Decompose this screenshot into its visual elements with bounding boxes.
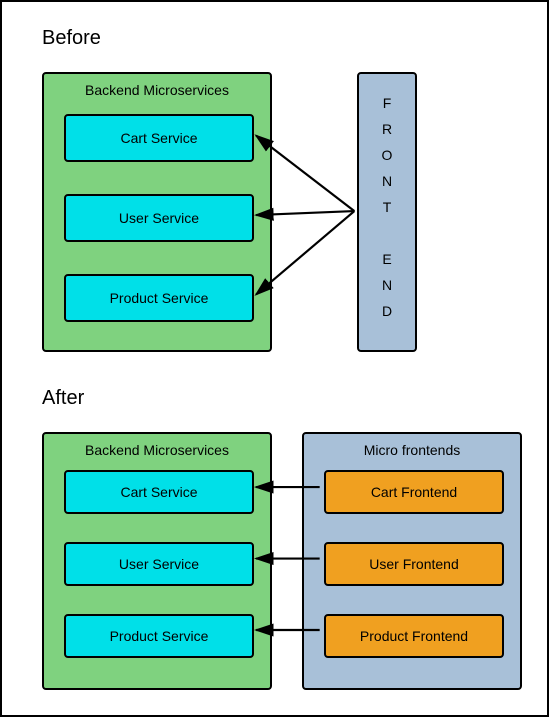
service-label: Cart Service	[120, 484, 197, 500]
service-label: User Service	[119, 556, 199, 572]
backend-panel-title-before: Backend Microservices	[44, 82, 270, 98]
service-label: Cart Service	[120, 130, 197, 146]
microfrontends-panel-title: Micro frontends	[304, 442, 520, 458]
frontend-user-after: User Frontend	[324, 542, 504, 586]
frontend-item-label: User Frontend	[369, 556, 458, 572]
section-title-before: Before	[42, 27, 101, 50]
frontend-monolith-label: FRONT END	[379, 95, 395, 329]
service-cart-before: Cart Service	[64, 114, 254, 162]
frontend-item-label: Cart Frontend	[371, 484, 457, 500]
service-product-before: Product Service	[64, 274, 254, 322]
service-user-before: User Service	[64, 194, 254, 242]
service-label: User Service	[119, 210, 199, 226]
service-cart-after: Cart Service	[64, 470, 254, 514]
service-product-after: Product Service	[64, 614, 254, 658]
service-label: Product Service	[110, 290, 209, 306]
section-title-after: After	[42, 387, 84, 410]
frontend-product-after: Product Frontend	[324, 614, 504, 658]
backend-panel-before: Backend Microservices Cart Service User …	[42, 72, 272, 352]
service-label: Product Service	[110, 628, 209, 644]
backend-panel-title-after: Backend Microservices	[44, 442, 270, 458]
backend-panel-after: Backend Microservices Cart Service User …	[42, 432, 272, 690]
frontend-item-label: Product Frontend	[360, 628, 468, 644]
frontend-cart-after: Cart Frontend	[324, 470, 504, 514]
service-user-after: User Service	[64, 542, 254, 586]
diagram-page: Before Backend Microservices Cart Servic…	[0, 0, 549, 717]
microfrontends-panel-after: Micro frontends Cart Frontend User Front…	[302, 432, 522, 690]
frontend-monolith-before: FRONT END	[357, 72, 417, 352]
